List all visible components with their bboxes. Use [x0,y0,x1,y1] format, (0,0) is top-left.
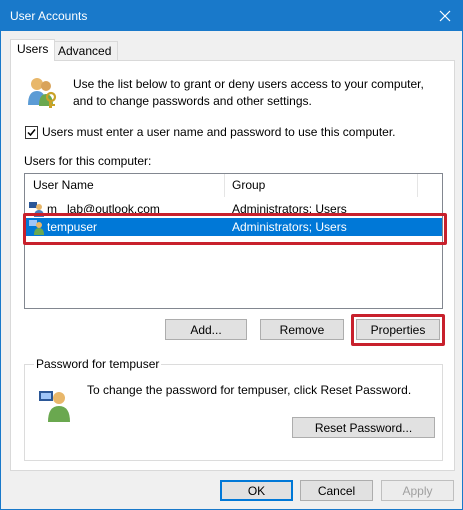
require-password-label[interactable]: Users must enter a user name and passwor… [42,125,396,139]
remove-button[interactable]: Remove [260,319,344,340]
users-list[interactable]: User Name Group m_ lab@outlook.com Admin… [24,173,443,309]
title-bar: User Accounts [1,1,462,31]
table-row-selected[interactable]: tempuser Administrators; Users [25,218,442,236]
user-accounts-dialog: User Accounts Users Advanced Use the lis… [0,0,463,510]
user-icon [29,201,45,217]
users-key-icon [25,75,59,109]
user-group-cell: Administrators; Users [232,202,347,216]
reset-password-button[interactable]: Reset Password... [292,417,435,438]
password-groupbox: Password for tempuser To change the pass… [24,357,443,461]
column-header-user-name[interactable]: User Name [25,174,232,197]
password-instructions: To change the password for tempuser, cli… [87,383,412,397]
user-password-icon [38,387,74,423]
require-password-checkbox[interactable] [25,126,38,139]
window-title: User Accounts [10,9,88,23]
intro-text: Use the list below to grant or deny user… [73,76,443,110]
user-name-cell: m_ lab@outlook.com [47,202,160,216]
password-group-legend: Password for tempuser [34,357,162,371]
user-group-cell: Administrators; Users [232,220,347,234]
users-tab-panel: Use the list below to grant or deny user… [10,60,455,471]
column-separator[interactable] [417,174,418,197]
user-name-cell: tempuser [47,220,98,234]
close-icon[interactable] [434,5,456,27]
users-list-label: Users for this computer: [24,154,152,168]
user-icon [29,219,45,235]
intro-line-1: Use the list below to grant or deny user… [73,77,424,91]
ok-button[interactable]: OK [220,480,293,501]
cancel-button[interactable]: Cancel [300,480,373,501]
checkmark-icon [27,129,36,137]
column-header-group[interactable]: Group [224,174,424,197]
apply-button[interactable]: Apply [381,480,454,501]
properties-button[interactable]: Properties [356,319,440,340]
table-row[interactable]: m_ lab@outlook.com Administrators; Users [25,200,442,218]
tab-advanced[interactable]: Advanced [51,41,119,60]
intro-line-2: and to change passwords and other settin… [73,94,312,108]
tab-users[interactable]: Users [10,39,56,61]
add-button[interactable]: Add... [165,319,247,340]
